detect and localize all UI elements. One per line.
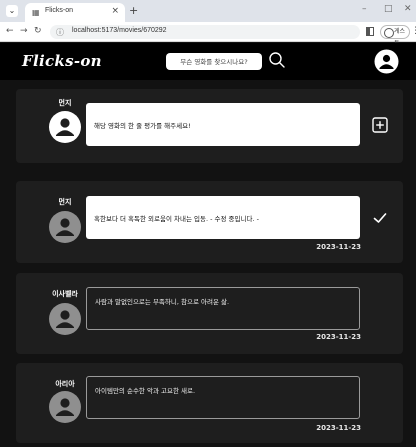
- review-input-card: 먼지 해당 영화의 한 줄 평가를 해주세요!: [16, 89, 403, 163]
- address-bar[interactable]: ⓘ localhost:5173/movies/670292: [50, 25, 360, 39]
- reviewer-name: 먼지: [58, 99, 72, 107]
- user-profile-icon[interactable]: [374, 49, 399, 74]
- reviewer-name: 먼지: [58, 198, 72, 206]
- search-icon[interactable]: [268, 51, 286, 69]
- tab-search-icon[interactable]: ⌄: [6, 5, 18, 17]
- browser-menu-icon[interactable]: ⋮: [411, 26, 416, 36]
- reviewer-name: 이사벨라: [52, 290, 78, 298]
- review-card-editing: 먼지 혹한보다 더 혹독한 외로움이 차내는 입동. - 수정 중입니다. - …: [16, 181, 403, 263]
- review-text: 아이템만의 순수한 악과 고요한 새로.: [86, 376, 360, 419]
- review-edit-input[interactable]: 혹한보다 더 혹독한 외로움이 차내는 입동. - 수정 중입니다. -: [86, 196, 360, 239]
- review-date: 2023-11-23: [316, 424, 361, 432]
- browser-tab[interactable]: ▦ Flicks-on ×: [25, 3, 125, 22]
- review-date: 2023-11-23: [316, 243, 361, 251]
- page-favicon-icon: ▦: [32, 8, 40, 17]
- maximize-button[interactable]: □: [384, 4, 393, 14]
- review-card: 이사벨라 사람과 말없인으로는 부족하니, 참으로 아려운 삶. 2023-11…: [16, 273, 403, 354]
- reload-icon[interactable]: ↻: [34, 26, 42, 36]
- app-header: Flicks-on: [0, 43, 416, 80]
- user-avatar-icon: [49, 111, 81, 143]
- plus-square-icon[interactable]: [371, 116, 389, 134]
- app-logo[interactable]: Flicks-on: [22, 52, 102, 70]
- movie-search-input[interactable]: [166, 53, 262, 70]
- browser-tab-strip: ⌄ ▦ Flicks-on × + – □ ✕: [0, 0, 416, 22]
- profile-button[interactable]: 게스트: [380, 25, 410, 47]
- browser-toolbar: ← → ↻ ⓘ localhost:5173/movies/670292 게스트…: [0, 22, 416, 47]
- check-icon[interactable]: [371, 209, 389, 227]
- tab-title: Flicks-on: [45, 7, 74, 14]
- url-text: localhost:5173/movies/670292: [72, 27, 167, 34]
- review-card: 아리아 아이템만의 순수한 악과 고요한 새로. 2023-11-23: [16, 363, 403, 443]
- side-panel-icon[interactable]: [366, 27, 374, 36]
- forward-arrow-icon[interactable]: →: [20, 26, 28, 36]
- user-avatar-icon: [49, 391, 81, 423]
- review-text: 사람과 말없인으로는 부족하니, 참으로 아려운 삶.: [86, 287, 360, 330]
- site-info-icon[interactable]: ⓘ: [56, 27, 64, 38]
- new-tab-button[interactable]: +: [129, 4, 138, 17]
- review-date: 2023-11-23: [316, 333, 361, 341]
- window-close-button[interactable]: ✕: [404, 4, 412, 14]
- tab-close-icon[interactable]: ×: [111, 6, 119, 16]
- reviewer-name: 아리아: [55, 380, 75, 388]
- back-arrow-icon[interactable]: ←: [6, 26, 14, 36]
- user-avatar-icon: [49, 211, 81, 243]
- minimize-button[interactable]: –: [362, 4, 367, 14]
- user-avatar-icon: [49, 303, 81, 335]
- review-input[interactable]: 해당 영화의 한 줄 평가를 해주세요!: [86, 103, 360, 146]
